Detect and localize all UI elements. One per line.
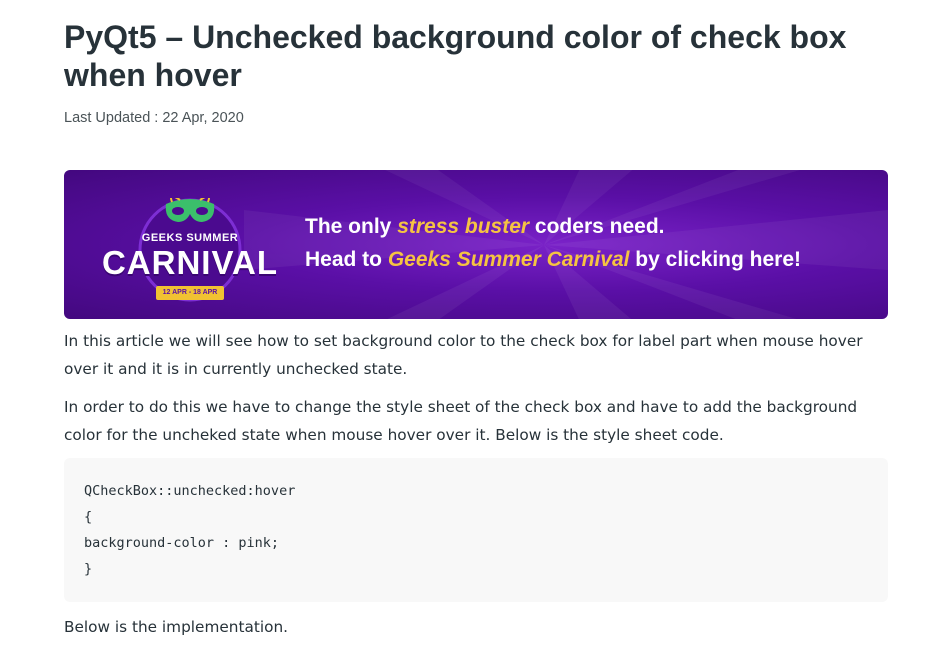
banner-tagline-1: The only stress buster coders need. xyxy=(305,215,664,239)
stylesheet-code[interactable]: QCheckBox::unchecked:hover { background-… xyxy=(84,478,295,582)
intro-paragraph: In this article we will see how to set b… xyxy=(64,332,863,378)
tagline-1-post: coders need. xyxy=(529,215,665,238)
tagline-2-post: by clicking here! xyxy=(629,248,802,271)
carnival-mask-icon xyxy=(165,198,215,222)
promo-banner[interactable]: GEEKS SUMMER CARNIVAL 12 APR - 18 APR Th… xyxy=(64,170,888,319)
tagline-1-pre: The only xyxy=(305,215,398,238)
tagline-1-highlight: stress buster xyxy=(397,215,530,238)
tagline-2-pre: Head to xyxy=(305,248,388,271)
implementation-paragraph: Below is the implementation. xyxy=(64,618,289,636)
carnival-logo: GEEKS SUMMER CARNIVAL 12 APR - 18 APR xyxy=(100,192,280,302)
last-updated: Last Updated : 22 Apr, 2020 xyxy=(64,110,244,126)
logo-top-text: GEEKS SUMMER xyxy=(141,232,239,244)
code-block[interactable]: QCheckBox::unchecked:hover { background-… xyxy=(64,458,888,602)
logo-dates-ribbon: 12 APR - 18 APR xyxy=(156,286,224,300)
banner-tagline-2: Head to Geeks Summer Carnival by clickin… xyxy=(305,248,801,272)
method-paragraph: In order to do this we have to change th… xyxy=(64,398,858,444)
article-title: PyQt5 – Unchecked background color of ch… xyxy=(64,19,847,93)
logo-main-text: CARNIVAL xyxy=(101,244,279,281)
tagline-2-highlight: Geeks Summer Carnival xyxy=(387,248,630,271)
